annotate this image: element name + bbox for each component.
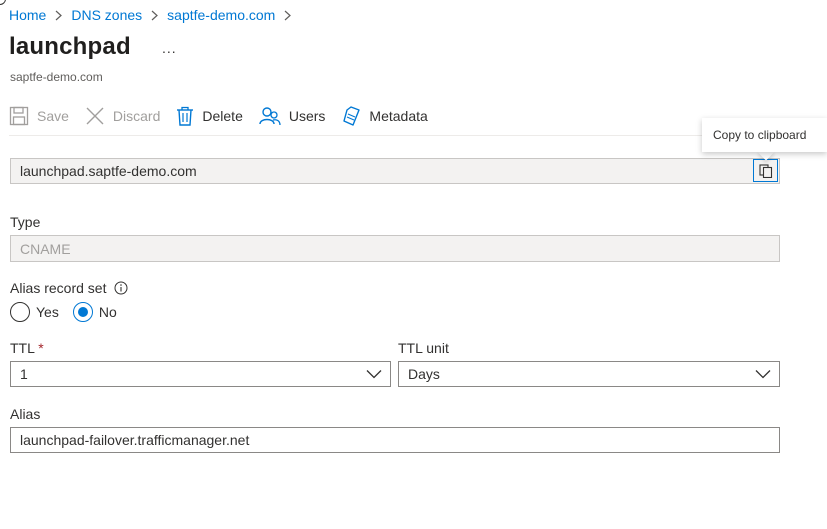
required-marker: * [38,340,44,356]
chevron-down-icon [366,370,382,379]
discard-label: Discard [112,108,161,124]
ttl-unit-value: Days [408,366,440,382]
save-button[interactable]: Save [9,106,69,126]
radio-circle [10,302,30,322]
ttl-label-text: TTL [10,340,35,356]
alias-input[interactable]: launchpad-failover.trafficmanager.net [10,427,780,453]
breadcrumb-zone[interactable]: saptfe-demo.com [167,7,275,23]
breadcrumb-home[interactable]: Home [9,7,46,23]
copy-to-clipboard-button[interactable] [753,159,778,182]
breadcrumb-dns-zones[interactable]: DNS zones [71,7,142,23]
alias-label: Alias [10,406,41,422]
ttl-unit-label: TTL unit [398,340,449,356]
alias-no-radio[interactable]: No [72,302,117,322]
alias-yes-label: Yes [36,304,59,320]
chevron-down-icon [755,370,771,379]
fqdn-value: launchpad.saptfe-demo.com [20,163,197,179]
type-label: Type [10,214,41,230]
page-title: launchpad [9,33,131,60]
alias-record-set-label: Alias record set [10,280,107,296]
radio-circle-selected [72,302,93,322]
tag-icon [343,106,361,126]
corner-circle-icon [0,0,6,5]
type-value: CNAME [20,240,71,257]
users-icon [259,107,281,126]
copy-tooltip: Copy to clipboard [702,118,827,152]
save-label: Save [37,108,69,124]
alias-record-set-header: Alias record set [10,280,128,296]
tooltip-text: Copy to clipboard [713,128,807,142]
ttl-unit-dropdown[interactable]: Days [398,361,780,387]
delete-button[interactable]: Delete [176,106,243,126]
chevron-right-icon [55,10,63,21]
more-actions-button[interactable]: ... [162,40,177,56]
close-icon [86,107,104,125]
users-button[interactable]: Users [259,106,326,126]
page-subtitle: saptfe-demo.com [10,70,103,84]
toolbar-divider [9,135,780,136]
metadata-button[interactable]: Metadata [341,106,428,126]
info-icon[interactable] [114,281,128,295]
command-bar: Save Discard Delete Users Metadata [9,104,444,128]
type-field[interactable]: CNAME [10,235,780,262]
trash-icon [177,106,194,126]
ttl-combobox[interactable]: 1 [10,361,391,387]
ttl-value: 1 [20,366,28,382]
breadcrumb: Home DNS zones saptfe-demo.com [9,6,300,24]
copy-icon [758,163,772,178]
fqdn-field[interactable]: launchpad.saptfe-demo.com [10,158,780,184]
alias-no-label: No [98,304,117,320]
chevron-right-icon [284,10,292,21]
discard-button[interactable]: Discard [85,106,160,126]
users-label: Users [288,108,326,124]
delete-label: Delete [202,108,243,124]
alias-value: launchpad-failover.trafficmanager.net [20,432,250,448]
metadata-label: Metadata [369,108,428,124]
alias-record-set-radio-group: Yes No [10,302,117,322]
save-icon [9,106,29,126]
alias-yes-radio[interactable]: Yes [10,302,59,322]
chevron-right-icon [151,10,159,21]
ttl-label: TTL * [10,340,44,356]
